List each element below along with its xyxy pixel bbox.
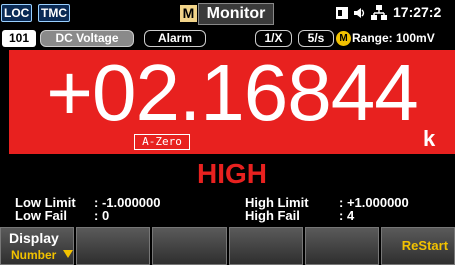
clock: 17:27:2: [393, 4, 442, 20]
restart-softkey-label: ReStart: [401, 238, 449, 253]
low-fail-value: : 0: [94, 208, 110, 223]
softkey-bar: Display Number ReStart: [0, 227, 455, 265]
display-softkey-label: Display: [9, 230, 59, 246]
display-softkey[interactable]: Display Number: [0, 227, 75, 265]
primary-reading: +02.16844: [46, 48, 418, 137]
beeper-icon: [354, 8, 365, 18]
page-title: Monitor: [198, 3, 274, 25]
dropdown-arrow-icon: [63, 250, 73, 258]
limit-panel: HIGH Low Limit : -1.000000 Low Fail : 0 …: [9, 155, 455, 225]
ratio-indicator: 1/X: [255, 30, 292, 47]
alarm-tab[interactable]: Alarm: [144, 30, 206, 47]
monitor-mode-icon: M: [180, 5, 197, 22]
autozero-indicator: A-Zero: [134, 134, 190, 150]
range-label: Range: 100mV: [352, 31, 435, 45]
measurement-header: 101 DC Voltage Alarm 1/X 5/s M Range: 10…: [0, 28, 455, 48]
softkey-4[interactable]: [228, 227, 303, 265]
function-tab-dc-voltage[interactable]: DC Voltage: [40, 30, 134, 47]
high-fail-label: High Fail: [245, 208, 300, 223]
softkey-2[interactable]: [76, 227, 151, 265]
softkey-3[interactable]: [152, 227, 227, 265]
rate-indicator: 5/s: [298, 30, 334, 47]
tmc-indicator: TMC: [38, 4, 70, 22]
memory-icon: [336, 7, 348, 19]
low-fail-label: Low Fail: [15, 208, 67, 223]
restart-softkey[interactable]: ReStart: [380, 227, 455, 265]
primary-reading-panel: +02.16844 A-Zero k: [9, 50, 455, 154]
alarm-status: HIGH: [197, 158, 267, 189]
display-softkey-value: Number: [11, 248, 57, 262]
status-bar: LOC TMC M Monitor 17:27:2: [0, 0, 455, 26]
high-fail-value: : 4: [339, 208, 355, 223]
network-icon: [371, 5, 387, 20]
local-indicator: LOC: [1, 4, 33, 22]
unit-prefix: k: [423, 126, 436, 151]
manual-range-icon: M: [336, 31, 351, 46]
channel-tab[interactable]: 101: [2, 30, 36, 47]
softkey-5[interactable]: [304, 227, 379, 265]
